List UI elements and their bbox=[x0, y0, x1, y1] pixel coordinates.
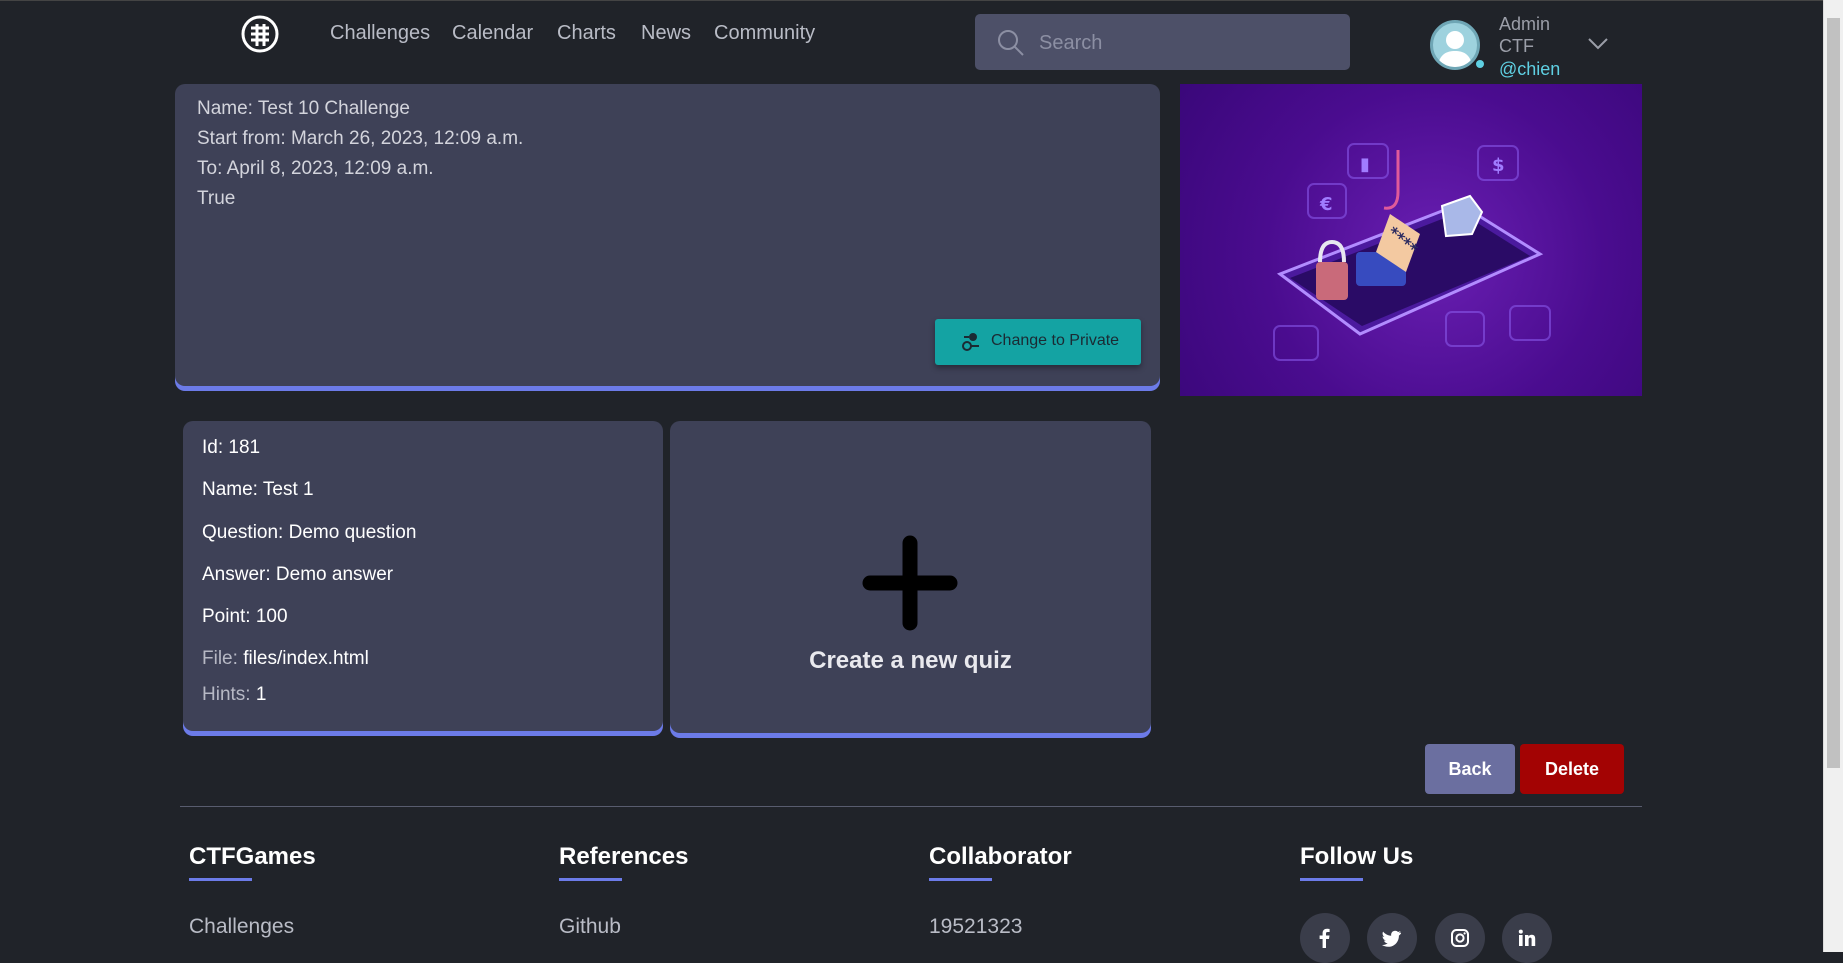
change-to-private-button[interactable]: Change to Private bbox=[935, 319, 1141, 365]
instagram-button[interactable] bbox=[1435, 913, 1485, 963]
footer-link-collaborator[interactable]: 19521323 bbox=[929, 915, 1022, 939]
back-button[interactable]: Back bbox=[1425, 744, 1515, 794]
quiz-hints-value: 1 bbox=[255, 684, 267, 705]
instagram-icon bbox=[1451, 929, 1469, 947]
avatar[interactable] bbox=[1430, 20, 1480, 70]
quiz-question: Question: Demo question bbox=[202, 522, 417, 543]
quiz-point: Point: 100 bbox=[202, 606, 288, 627]
footer-underline bbox=[559, 878, 622, 881]
challenge-end: To: April 8, 2023, 12:09 a.m. bbox=[197, 158, 434, 179]
footer-title-ctfgames: CTFGames bbox=[189, 843, 316, 870]
phishing-illustration: **** ▮ $ € bbox=[1180, 84, 1642, 396]
chevron-down-icon[interactable] bbox=[1588, 38, 1608, 50]
twitter-button[interactable] bbox=[1367, 913, 1417, 963]
scrollbar-thumb[interactable] bbox=[1827, 18, 1840, 768]
quiz-file-key: File: bbox=[202, 648, 238, 669]
footer-underline bbox=[1300, 878, 1363, 881]
footer-title-references: References bbox=[559, 843, 689, 870]
challenge-name: Name: Test 10 Challenge bbox=[197, 98, 410, 119]
svg-text:▮: ▮ bbox=[1360, 154, 1370, 175]
search-input[interactable] bbox=[1037, 24, 1331, 62]
change-to-private-label: Change to Private bbox=[991, 332, 1120, 349]
linkedin-button[interactable] bbox=[1502, 913, 1552, 963]
toggle-icon bbox=[962, 333, 979, 351]
svg-text:€: € bbox=[1319, 194, 1333, 215]
delete-button[interactable]: Delete bbox=[1520, 744, 1624, 794]
footer-link-challenges[interactable]: Challenges bbox=[189, 915, 294, 939]
quiz-name: Name: Test 1 bbox=[202, 479, 314, 500]
ctf-logo-icon[interactable] bbox=[240, 14, 280, 54]
facebook-icon bbox=[1319, 928, 1330, 948]
user-handle[interactable]: @chien bbox=[1499, 59, 1560, 80]
footer-underline bbox=[929, 878, 992, 881]
quiz-answer: Answer: Demo answer bbox=[202, 564, 394, 585]
nav-challenges[interactable]: Challenges bbox=[330, 22, 430, 45]
nav-charts[interactable]: Charts bbox=[557, 22, 616, 45]
create-quiz-card[interactable]: Create a new quiz bbox=[670, 421, 1151, 733]
footer-title-follow-us: Follow Us bbox=[1300, 843, 1414, 870]
plus-icon bbox=[862, 535, 958, 631]
nav-calendar[interactable]: Calendar bbox=[452, 22, 533, 45]
online-status-dot bbox=[1476, 60, 1484, 68]
linkedin-icon bbox=[1518, 929, 1536, 946]
twitter-icon bbox=[1382, 930, 1401, 947]
window-top-border bbox=[0, 0, 1843, 1]
quiz-file: File: files/index.html bbox=[202, 648, 369, 670]
user-silhouette-icon bbox=[1438, 31, 1472, 67]
nav-community[interactable]: Community bbox=[714, 22, 815, 45]
footer-underline bbox=[189, 878, 252, 881]
footer-divider bbox=[180, 806, 1642, 807]
create-quiz-label: Create a new quiz bbox=[809, 647, 1012, 674]
facebook-button[interactable] bbox=[1300, 913, 1350, 963]
quiz-id: Id: 181 bbox=[202, 437, 261, 458]
quiz-hints: Hints: 1 bbox=[202, 684, 266, 706]
nav-news[interactable]: News bbox=[641, 22, 691, 45]
search-box[interactable] bbox=[975, 14, 1350, 70]
challenge-start: Start from: March 26, 2023, 12:09 a.m. bbox=[197, 128, 524, 149]
quiz-hints-key: Hints: bbox=[202, 684, 251, 705]
page-scrollbar[interactable] bbox=[1823, 0, 1843, 952]
quiz-file-value: files/index.html bbox=[243, 648, 369, 669]
footer-link-github[interactable]: Github bbox=[559, 915, 621, 939]
footer-title-collaborator: Collaborator bbox=[929, 843, 1072, 870]
challenge-info-card: Name: Test 10 Challenge Start from: Marc… bbox=[175, 84, 1160, 386]
challenge-public-status: True bbox=[197, 188, 236, 209]
svg-text:$: $ bbox=[1492, 155, 1505, 176]
user-name: Admin CTF bbox=[1499, 14, 1551, 56]
quiz-card[interactable]: Id: 181 Name: Test 1 Question: Demo ques… bbox=[183, 421, 663, 731]
search-icon bbox=[998, 30, 1024, 56]
